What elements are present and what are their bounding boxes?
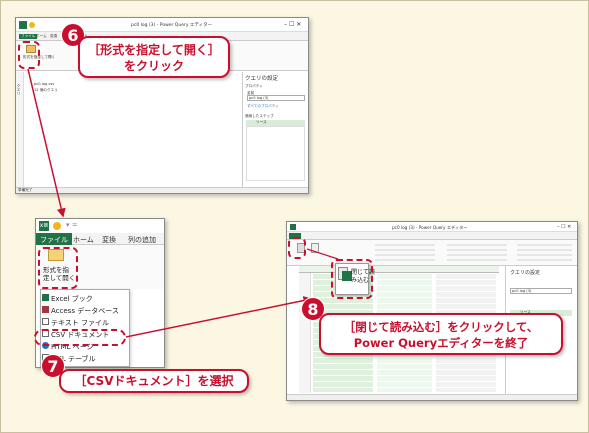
step-6-line2: をクリック (123, 59, 184, 73)
step-7-callout: ［CSVドキュメント］を選択 (59, 369, 249, 393)
step-6-callout: ［形式を指定して開く］ をクリック (78, 36, 230, 78)
connector-zoom (306, 248, 339, 260)
step-8-line2: Power Queryエディターを終了 (353, 336, 529, 350)
screenshot-frame: pc0 log (3) - Power Query エディター – ☐ ✕ ファ… (0, 0, 589, 433)
arrow-step7-8 (125, 296, 313, 338)
step-8-callout: ［閉じて読み込む］をクリックして、 Power Queryエディターを終了 (319, 313, 563, 355)
arrow-step6 (27, 68, 66, 218)
step-8-line1: ［閉じて読み込む］をクリックして、 (343, 320, 539, 334)
step-6-line1: ［形式を指定して開く］ (88, 43, 220, 57)
